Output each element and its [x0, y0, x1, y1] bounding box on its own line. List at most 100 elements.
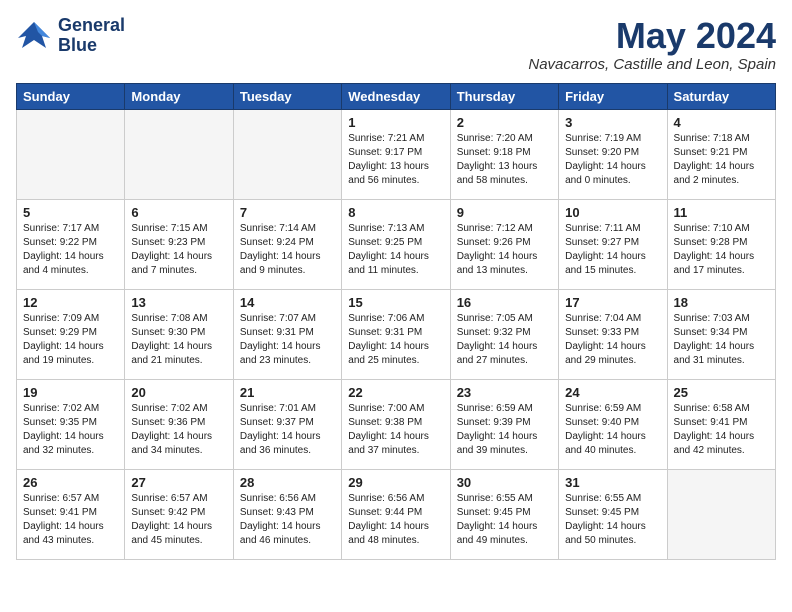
calendar-cell: 4 Sunrise: 7:18 AMSunset: 9:21 PMDaylight… — [667, 109, 775, 199]
cell-line: Daylight: 14 hours — [348, 520, 443, 534]
cell-content: Sunrise: 7:12 AMSunset: 9:26 PMDaylight:… — [457, 222, 552, 278]
cell-line: Sunrise: 7:07 AM — [240, 312, 335, 326]
cell-line: Sunrise: 7:02 AM — [23, 402, 118, 416]
cell-content: Sunrise: 7:04 AMSunset: 9:33 PMDaylight:… — [565, 312, 660, 368]
calendar-cell: 24Sunrise: 6:59 AMSunset: 9:40 PMDayligh… — [559, 379, 667, 469]
calendar-cell: 26 Sunrise: 6:57 AMSunset: 9:41 PMDayligh… — [17, 469, 125, 559]
day-number: 11 — [674, 205, 769, 220]
calendar-cell: 17 Sunrise: 7:04 AMSunset: 9:33 PMDayligh… — [559, 289, 667, 379]
day-number: 25 — [674, 385, 769, 400]
cell-content: Sunrise: 6:57 AMSunset: 9:42 PMDaylight:… — [131, 492, 226, 548]
cell-content: Sunrise: 7:14 AMSunset: 9:24 PMDaylight:… — [240, 222, 335, 278]
col-header-saturday: Saturday — [667, 83, 775, 109]
calendar-cell: 12Sunrise: 7:09 AMSunset: 9:29 PMDayligh… — [17, 289, 125, 379]
day-number: 13 — [131, 295, 226, 310]
calendar-cell: 29Sunrise: 6:56 AMSunset: 9:44 PMDayligh… — [342, 469, 450, 559]
cell-line: Sunset: 9:24 PM — [240, 236, 335, 250]
cell-line: Sunset: 9:31 PM — [240, 326, 335, 340]
day-number: 24 — [565, 385, 660, 400]
cell-content: Sunrise: 7:17 AMSunset: 9:22 PMDaylight:… — [23, 222, 118, 278]
day-number: 20 — [131, 385, 226, 400]
cell-line: Sunset: 9:35 PM — [23, 416, 118, 430]
cell-line: Daylight: 14 hours — [457, 250, 552, 264]
cell-content: Sunrise: 7:07 AMSunset: 9:31 PMDaylight:… — [240, 312, 335, 368]
cell-line: Sunset: 9:40 PM — [565, 416, 660, 430]
cell-line: Sunrise: 7:05 AM — [457, 312, 552, 326]
cell-content: Sunrise: 7:19 AMSunset: 9:20 PMDaylight:… — [565, 132, 660, 188]
calendar-cell: 8 Sunrise: 7:13 AMSunset: 9:25 PMDaylight… — [342, 199, 450, 289]
day-number: 18 — [674, 295, 769, 310]
calendar-cell: 6Sunrise: 7:15 AMSunset: 9:23 PMDaylight… — [125, 199, 233, 289]
cell-line: Sunrise: 7:00 AM — [348, 402, 443, 416]
col-header-tuesday: Tuesday — [233, 83, 341, 109]
day-number: 15 — [348, 295, 443, 310]
cell-line: and 31 minutes. — [674, 354, 769, 368]
cell-content: Sunrise: 7:18 AMSunset: 9:21 PMDaylight:… — [674, 132, 769, 188]
calendar-cell: 10Sunrise: 7:11 AMSunset: 9:27 PMDayligh… — [559, 199, 667, 289]
cell-line: Sunset: 9:41 PM — [23, 506, 118, 520]
calendar-cell: 7 Sunrise: 7:14 AMSunset: 9:24 PMDaylight… — [233, 199, 341, 289]
cell-line: Sunrise: 7:10 AM — [674, 222, 769, 236]
cell-line: Daylight: 14 hours — [23, 520, 118, 534]
cell-line: Daylight: 14 hours — [674, 250, 769, 264]
day-number: 8 — [348, 205, 443, 220]
day-number: 4 — [674, 115, 769, 130]
cell-content: Sunrise: 7:06 AMSunset: 9:31 PMDaylight:… — [348, 312, 443, 368]
cell-line: and 50 minutes. — [565, 534, 660, 548]
cell-line: Daylight: 14 hours — [674, 340, 769, 354]
cell-line: Daylight: 14 hours — [565, 340, 660, 354]
calendar-cell: 14Sunrise: 7:07 AMSunset: 9:31 PMDayligh… — [233, 289, 341, 379]
calendar-cell: 5Sunrise: 7:17 AMSunset: 9:22 PMDaylight… — [17, 199, 125, 289]
cell-content: Sunrise: 7:13 AMSunset: 9:25 PMDaylight:… — [348, 222, 443, 278]
cell-line: Sunrise: 7:20 AM — [457, 132, 552, 146]
cell-line: Sunset: 9:26 PM — [457, 236, 552, 250]
cell-line: Daylight: 14 hours — [240, 250, 335, 264]
cell-line: Sunrise: 7:14 AM — [240, 222, 335, 236]
cell-line: Sunrise: 7:12 AM — [457, 222, 552, 236]
cell-line: Daylight: 14 hours — [565, 520, 660, 534]
calendar-cell: 1Sunrise: 7:21 AMSunset: 9:17 PMDaylight… — [342, 109, 450, 199]
day-number: 30 — [457, 475, 552, 490]
day-number: 7 — [240, 205, 335, 220]
col-header-wednesday: Wednesday — [342, 83, 450, 109]
cell-line: and 4 minutes. — [23, 264, 118, 278]
cell-line: Daylight: 14 hours — [131, 520, 226, 534]
cell-line: Daylight: 14 hours — [565, 160, 660, 174]
cell-line: Sunrise: 6:56 AM — [348, 492, 443, 506]
cell-line: and 27 minutes. — [457, 354, 552, 368]
location: Navacarros, Castille and Leon, Spain — [528, 56, 776, 73]
cell-line: and 37 minutes. — [348, 444, 443, 458]
cell-line: Sunrise: 6:55 AM — [457, 492, 552, 506]
calendar-cell: 9Sunrise: 7:12 AMSunset: 9:26 PMDaylight… — [450, 199, 558, 289]
cell-line: Sunset: 9:42 PM — [131, 506, 226, 520]
calendar-week-row: 12Sunrise: 7:09 AMSunset: 9:29 PMDayligh… — [17, 289, 776, 379]
calendar-cell: 3Sunrise: 7:19 AMSunset: 9:20 PMDaylight… — [559, 109, 667, 199]
cell-line: and 39 minutes. — [457, 444, 552, 458]
cell-line: Daylight: 14 hours — [23, 250, 118, 264]
cell-content: Sunrise: 6:55 AMSunset: 9:45 PMDaylight:… — [457, 492, 552, 548]
cell-line: and 48 minutes. — [348, 534, 443, 548]
cell-content: Sunrise: 6:59 AMSunset: 9:39 PMDaylight:… — [457, 402, 552, 458]
cell-line: Sunrise: 7:18 AM — [674, 132, 769, 146]
cell-line: and 49 minutes. — [457, 534, 552, 548]
cell-line: Daylight: 14 hours — [348, 430, 443, 444]
calendar-week-row: 26Sunrise: 6:57 AMSunset: 9:41 PMDayligh… — [17, 469, 776, 559]
calendar-cell: 20Sunrise: 7:02 AMSunset: 9:36 PMDayligh… — [125, 379, 233, 469]
cell-line: Sunset: 9:29 PM — [23, 326, 118, 340]
cell-line: Daylight: 14 hours — [457, 340, 552, 354]
day-number: 17 — [565, 295, 660, 310]
day-number: 26 — [23, 475, 118, 490]
col-header-thursday: Thursday — [450, 83, 558, 109]
calendar-cell: 15 Sunrise: 7:06 AMSunset: 9:31 PMDayligh… — [342, 289, 450, 379]
cell-line: Daylight: 14 hours — [674, 430, 769, 444]
cell-line: Sunrise: 7:11 AM — [565, 222, 660, 236]
calendar-header-row: SundayMondayTuesdayWednesdayThursdayFrid… — [17, 83, 776, 109]
cell-content: Sunrise: 6:56 AMSunset: 9:43 PMDaylight:… — [240, 492, 335, 548]
cell-line: Sunset: 9:30 PM — [131, 326, 226, 340]
cell-line: Sunrise: 7:21 AM — [348, 132, 443, 146]
cell-line: and 0 minutes. — [565, 174, 660, 188]
logo: General Blue — [16, 16, 125, 56]
cell-line: Sunset: 9:41 PM — [674, 416, 769, 430]
cell-line: Sunrise: 7:03 AM — [674, 312, 769, 326]
cell-line: Sunrise: 6:57 AM — [23, 492, 118, 506]
